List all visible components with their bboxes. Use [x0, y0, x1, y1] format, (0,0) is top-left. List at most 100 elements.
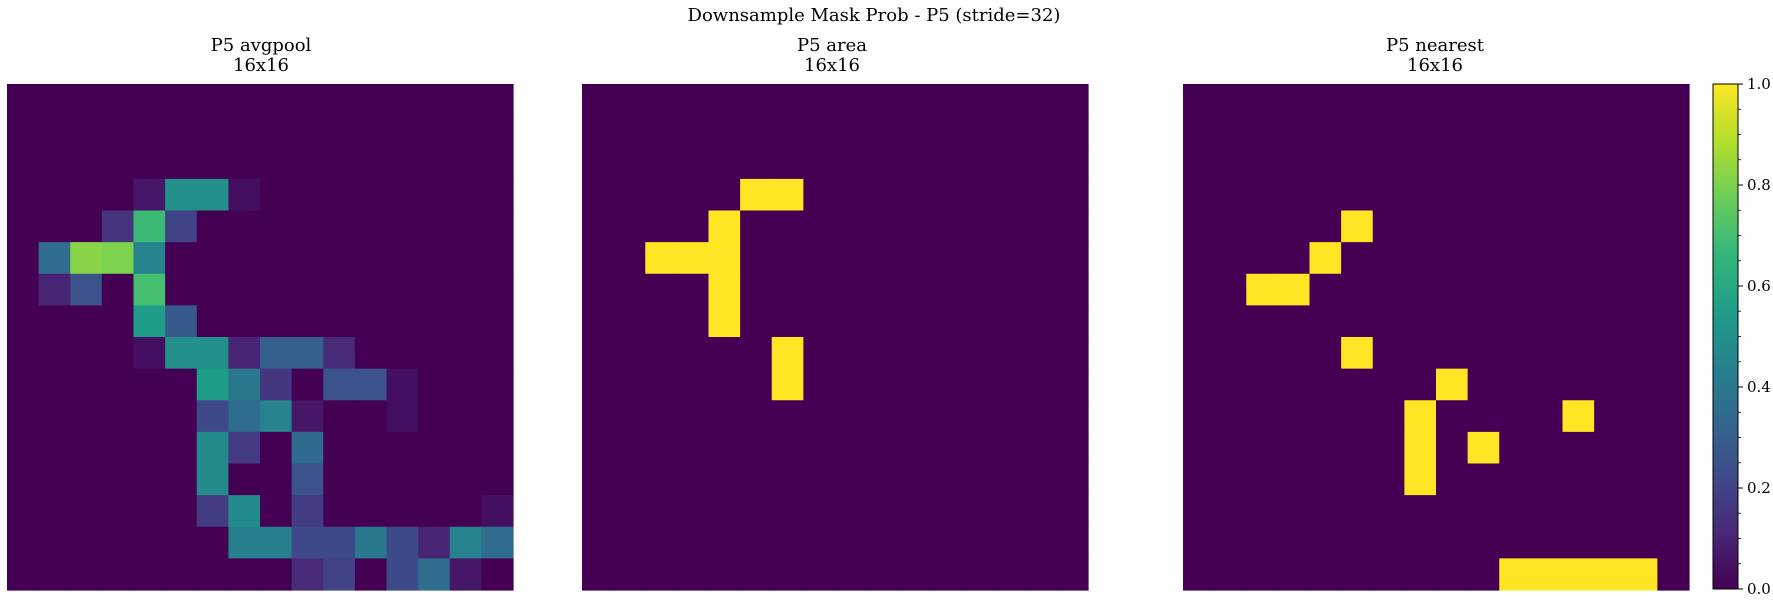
heatmap-cell: [1530, 431, 1564, 465]
heatmap-cell: [101, 463, 135, 496]
heatmap-cell: [645, 147, 678, 180]
heatmap-cell: [898, 526, 931, 559]
heatmap-cell: [133, 368, 166, 401]
heatmap-cell: [1404, 368, 1437, 401]
heatmap-cell: [929, 431, 963, 465]
heatmap-cell: [291, 273, 324, 306]
heatmap-cell: [101, 558, 135, 591]
heatmap-cell: [676, 337, 710, 370]
heatmap-cell: [1246, 242, 1279, 275]
heatmap-cell: [1309, 210, 1342, 243]
heatmap-cell: [70, 495, 103, 528]
heatmap-cell: [196, 242, 229, 275]
heatmap-cell: [260, 273, 293, 306]
heatmap-cell: [354, 368, 388, 401]
heatmap-cell: [481, 84, 514, 117]
heatmap-cell: [228, 463, 261, 496]
heatmap-cell: [1436, 178, 1469, 212]
heatmap-cell: [70, 431, 103, 465]
heatmap-cell: [1404, 495, 1437, 528]
heatmap-cell: [898, 115, 931, 148]
heatmap-cell: [418, 337, 451, 370]
heatmap-cell: [961, 210, 994, 243]
heatmap-cell: [1436, 242, 1469, 275]
heatmap-cell: [101, 210, 135, 243]
heatmap-cell: [1372, 273, 1405, 306]
heatmap-cell: [386, 115, 419, 148]
heatmap-cell: [961, 368, 994, 401]
heatmap-cell: [1024, 337, 1057, 370]
heatmap-cell: [740, 273, 773, 306]
heatmap-cell: [771, 495, 804, 528]
heatmap-cell: [1404, 115, 1437, 148]
heatmap-cell: [866, 273, 899, 306]
heatmap-cell: [645, 337, 678, 370]
heatmap-cell: [70, 178, 103, 212]
heatmap-cell: [1056, 368, 1089, 401]
heatmap-cell: [291, 84, 324, 117]
heatmap-cell: [866, 368, 899, 401]
heatmap-cell: [1309, 526, 1342, 559]
heatmap-cell: [1436, 305, 1469, 338]
heatmap-cell: [1277, 400, 1311, 433]
heatmap-cell: [803, 242, 836, 275]
heatmap-cell: [1372, 84, 1405, 117]
heatmap-cell: [708, 431, 741, 465]
heatmap-cell: [740, 368, 773, 401]
heatmap-cell: [613, 463, 646, 496]
heatmap-cell: [323, 400, 356, 433]
heatmap-cell: [38, 305, 71, 338]
heatmap-cell: [961, 147, 994, 180]
heatmap-cell: [771, 558, 804, 591]
heatmap-cell: [7, 558, 40, 591]
heatmap-cell: [898, 495, 931, 528]
heatmap-cell: [70, 210, 103, 243]
heatmap-cell: [740, 115, 773, 148]
heatmap-cell: [1183, 463, 1216, 496]
panel-avgpool-subtitle: 16x16: [233, 55, 289, 76]
heatmap-cell: [1657, 337, 1690, 370]
heatmap-cell: [582, 368, 615, 401]
heatmap-cell: [1372, 368, 1405, 401]
heatmap-cell: [740, 147, 773, 180]
heatmap-cell: [418, 495, 451, 528]
heatmap-cell: [70, 368, 103, 401]
heatmap-cell: [1625, 242, 1658, 275]
heatmap-cell: [1436, 431, 1469, 465]
heatmap-cell: [165, 558, 198, 591]
colorbar: 0.0 0.2 0.4 0.6 0.8 1.0: [1712, 75, 1771, 598]
heatmap-cell: [866, 210, 899, 243]
heatmap-cell: [803, 305, 836, 338]
heatmap-cell: [1530, 178, 1564, 212]
heatmap-cell: [771, 115, 804, 148]
heatmap-cell: [835, 368, 868, 401]
heatmap-cell: [101, 337, 135, 370]
heatmap-cell: [1183, 526, 1216, 559]
heatmap-cell: [354, 337, 388, 370]
heatmap-cell: [1499, 147, 1532, 180]
heatmap-cell: [1372, 495, 1405, 528]
heatmap-cell: [1183, 178, 1216, 212]
heatmap-cell: [1594, 400, 1627, 433]
heatmap-cell: [1341, 337, 1374, 370]
heatmap-cell: [70, 337, 103, 370]
heatmap-cell: [771, 463, 804, 496]
heatmap-cell: [323, 558, 356, 591]
heatmap-cell: [481, 368, 514, 401]
heatmap-cell: [866, 178, 899, 212]
heatmap-cell: [1530, 337, 1564, 370]
heatmap-cell: [1436, 495, 1469, 528]
heatmap-cell: [1277, 526, 1311, 559]
heatmap-cell: [291, 305, 324, 338]
heatmap-cell: [1594, 84, 1627, 117]
heatmap-cell: [676, 368, 710, 401]
heatmap-cell: [70, 305, 103, 338]
heatmap-cell: [1499, 242, 1532, 275]
heatmap-cell: [70, 84, 103, 117]
heatmap-cell: [1024, 242, 1057, 275]
heatmap-cell: [1499, 115, 1532, 148]
heatmap-cell: [613, 305, 646, 338]
heatmap-cell: [38, 337, 71, 370]
heatmap-cell: [803, 273, 836, 306]
heatmap-cell: [481, 558, 514, 591]
